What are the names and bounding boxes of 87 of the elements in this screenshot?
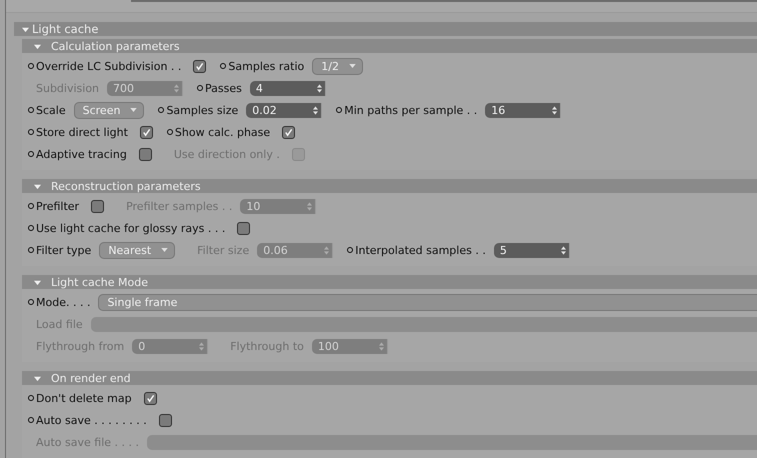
group-header[interactable]: Light cache [14,22,757,36]
field-label: Filter type [36,244,92,256]
animation-dot-icon[interactable] [28,247,34,253]
animation-dot-icon[interactable] [197,85,204,91]
field-label: Mode. . . . [36,296,90,308]
field-label: Don't delete map [36,392,132,404]
animation-dot-icon[interactable] [28,203,34,209]
animation-dot-icon[interactable] [28,129,34,135]
checkbox[interactable] [138,148,152,160]
animation-dot-icon[interactable] [28,299,34,305]
section-title: Light cache Mode [51,276,148,288]
field-label: Filter size [197,244,250,256]
triangle-down-icon [34,374,41,382]
stepper-arrows-icon [552,106,558,114]
checkmark-icon [195,62,204,70]
animation-dot-icon[interactable] [347,247,354,253]
section-header[interactable]: Light cache Mode [22,275,757,289]
section-title: On render end [51,372,131,384]
field-label: Flythrough to [230,340,304,352]
number-field[interactable]: 0.02 [246,102,322,118]
field-label: Passes [205,82,242,94]
animation-dot-icon[interactable] [28,395,34,401]
stepper-arrows-icon [313,106,318,114]
number-field[interactable]: 4 [250,80,326,96]
animation-dot-icon[interactable] [28,225,34,231]
section-title: Calculation parameters [51,40,180,52]
stepper-arrows-icon [174,84,180,92]
stepper-arrows-icon [324,246,330,254]
checkbox[interactable] [282,126,296,138]
dropdown[interactable]: Single frame [98,294,757,310]
field-label: Min paths per sample . . [344,104,478,116]
field-label: Use light cache for glossy rays . . . [36,222,226,234]
number-field[interactable]: 16 [485,102,562,118]
dropdown[interactable]: Nearest [99,242,176,258]
stepper-arrows-icon [307,202,312,210]
caret-icon [130,108,138,112]
triangle-down-icon [34,278,41,286]
animation-dot-icon[interactable] [336,107,342,113]
number-field[interactable]: 5 [494,242,570,258]
stepper-arrows-icon [316,84,322,92]
field-label: Use direction only . [174,148,280,160]
field-label: Subdivision [36,82,100,94]
dropdown[interactable]: Screen [74,102,144,118]
checkbox[interactable] [237,222,250,234]
field-label: Flythrough from [36,340,124,352]
animation-dot-icon[interactable] [28,151,34,157]
field-label: Load file [36,318,83,330]
group-title: Light cache [32,22,98,36]
checkbox[interactable] [91,200,104,212]
stepper-arrows-icon [378,342,384,350]
animation-dot-icon[interactable] [158,107,164,113]
animation-dot-icon[interactable] [28,417,34,423]
triangle-down-icon [22,26,29,32]
field-label: Prefilter samples . . [126,200,232,212]
section-header[interactable]: Reconstruction parameters [22,179,757,193]
animation-dot-icon[interactable] [166,129,173,135]
animation-dot-icon[interactable] [28,107,34,113]
field-label: Override LC Subdivision . . [36,60,182,72]
triangle-down-icon [34,42,41,50]
checkmark-icon [142,128,151,136]
field-label: Interpolated samples . . [355,244,486,256]
animation-dot-icon[interactable] [220,63,226,69]
checkbox[interactable] [158,414,172,426]
section-title: Reconstruction parameters [51,180,201,192]
field-label: Scale [36,104,66,116]
field-label: Samples size [166,104,238,116]
checkmark-icon [146,394,155,402]
dropdown[interactable]: 1/2 [312,58,363,74]
field-label: Samples ratio [228,60,304,72]
section-header[interactable]: Calculation parameters [22,39,757,53]
caret-icon [161,248,168,252]
checkbox[interactable] [193,60,206,72]
field-label: Auto save . . . . . . . . [36,414,147,426]
section-header[interactable]: On render end [22,371,757,385]
field-label: Prefilter [36,200,80,212]
checkbox[interactable] [140,126,153,138]
triangle-down-icon [34,182,41,190]
stepper-arrows-icon [560,246,566,254]
caret-icon [348,64,356,68]
field-label: Store direct light [36,126,128,138]
field-label: Auto save file . . . . [36,436,140,448]
checkbox[interactable] [144,392,157,404]
field-label: Show calc. phase [174,126,270,138]
checkmark-icon [284,128,294,136]
animation-dot-icon[interactable] [28,63,34,69]
stepper-arrows-icon [199,342,204,350]
field-label: Adaptive tracing [36,148,127,160]
